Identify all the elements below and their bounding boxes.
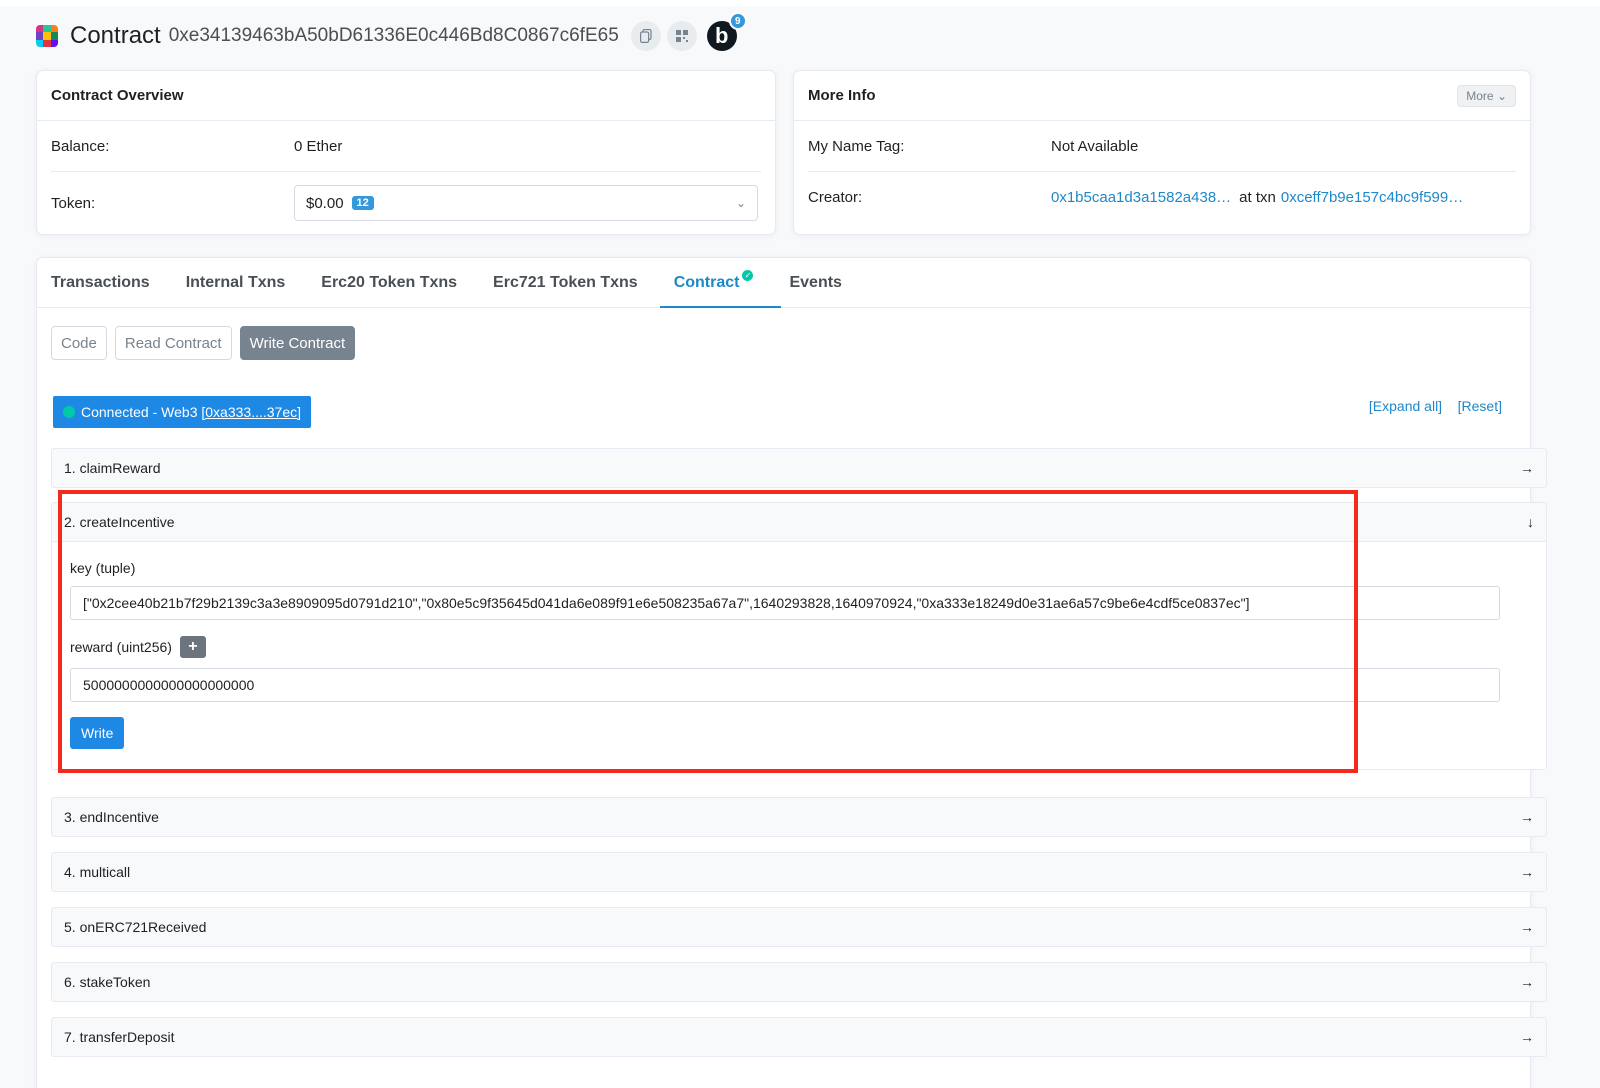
chevron-down-icon: ⌄ [735,196,746,210]
verified-check-icon: ✓ [742,270,754,281]
page-header: Contract 0xe34139463bA50bD61336E0c446Bd8… [36,12,747,54]
connected-account-link[interactable]: [0xa333....37ec] [201,404,301,420]
expand-all-link[interactable]: [Expand all] [1369,398,1442,414]
contract-overview-card: Contract Overview Balance: 0 Ether Token… [36,70,776,235]
balance-row: Balance: 0 Ether [37,121,775,171]
name-tag-label: My Name Tag: [808,137,905,155]
arrow-right-icon: → [1520,919,1534,935]
top-strip [0,0,1600,6]
arrow-right-icon: → [1520,864,1534,880]
function-label: 1. claimReward [64,460,161,476]
name-tag-row: My Name Tag: Not Available [794,121,1530,171]
name-tag-value: Not Available [1051,137,1139,155]
arrow-down-icon: ↓ [1527,514,1534,530]
copy-icon[interactable] [630,21,661,51]
tab-erc20-token-txns[interactable]: Erc20 Token Txns [321,258,471,307]
arrow-right-icon: → [1520,809,1534,825]
contract-subtabs: Code Read Contract Write Contract [51,326,356,360]
qr-code-icon[interactable] [666,21,697,51]
tab-erc721-token-txns[interactable]: Erc721 Token Txns [493,258,652,307]
at-txn-text: at txn [1239,188,1276,206]
function-item-multicall[interactable]: 4. multicall → [51,852,1547,892]
function-item-endincentive[interactable]: 3. endIncentive → [51,797,1547,837]
connected-dot-icon [63,406,75,418]
arrow-right-icon: → [1520,974,1534,990]
blockscan-letter: b [715,23,729,48]
more-dropdown-button[interactable]: More ⌄ [1457,84,1516,107]
creator-label: Creator: [808,188,863,206]
function-label: 6. stakeToken [64,974,151,990]
tab-contract[interactable]: Contract ✓ [659,258,782,308]
function-label: 3. endIncentive [64,809,159,825]
contract-overview-title: Contract Overview [37,71,775,121]
reset-link[interactable]: [Reset] [1458,398,1502,414]
contract-identicon [36,25,58,47]
token-value: $0.00 [306,194,344,212]
token-label: Token: [51,194,96,212]
write-contract-button[interactable]: Write Contract [239,326,356,360]
highlight-annotation-box [58,490,1358,773]
creator-row: Creator: 0x1b5caa1d3a1582a438… at txn 0x… [794,172,1530,222]
creator-address-link[interactable]: 0x1b5caa1d3a1582a438… [1051,189,1231,206]
more-info-header: More Info More ⌄ [794,71,1530,121]
token-row: Token: $0.00 12 ⌄ [37,172,775,234]
balance-label: Balance: [51,137,110,155]
code-button[interactable]: Code [51,326,107,360]
function-label: 4. multicall [64,864,131,880]
more-info-card: More Info More ⌄ My Name Tag: Not Availa… [793,70,1531,235]
function-item-claimreward[interactable]: 1. claimReward → [51,448,1547,488]
function-item-onerc721received[interactable]: 5. onERC721Received → [51,907,1547,947]
connected-label: Connected - Web3 [81,404,198,420]
tab-bar: Transactions Internal Txns Erc20 Token T… [37,258,1530,308]
more-info-title: More Info [808,87,876,104]
creator-txn-link[interactable]: 0xceff7b9e157c4bc9f599… [1281,189,1463,206]
web3-connected-button[interactable]: Connected - Web3 [0xa333....37ec] [53,396,312,428]
function-item-staketoken[interactable]: 6. stakeToken → [51,962,1547,1002]
tab-internal-txns[interactable]: Internal Txns [186,258,300,307]
read-contract-button[interactable]: Read Contract [114,326,232,360]
expand-reset-links: [Expand all] [Reset] [1369,398,1502,414]
blockscan-chat-button[interactable]: b 9 [706,12,747,51]
tab-events[interactable]: Events [789,258,855,307]
page-title: Contract [70,22,161,49]
tab-transactions[interactable]: Transactions [51,258,164,307]
function-label: 5. onERC721Received [64,919,207,935]
token-count-badge: 12 [351,196,374,210]
blockscan-count-badge: 9 [728,12,747,30]
function-label: 7. transferDeposit [64,1029,175,1045]
balance-value: 0 Ether [294,137,343,155]
contract-address: 0xe34139463bA50bD61336E0c446Bd8C0867c6fE… [168,25,619,46]
arrow-right-icon: → [1520,460,1534,476]
arrow-right-icon: → [1520,1029,1534,1045]
token-select[interactable]: $0.00 12 ⌄ [294,185,758,221]
function-item-transferdeposit[interactable]: 7. transferDeposit → [51,1017,1547,1057]
